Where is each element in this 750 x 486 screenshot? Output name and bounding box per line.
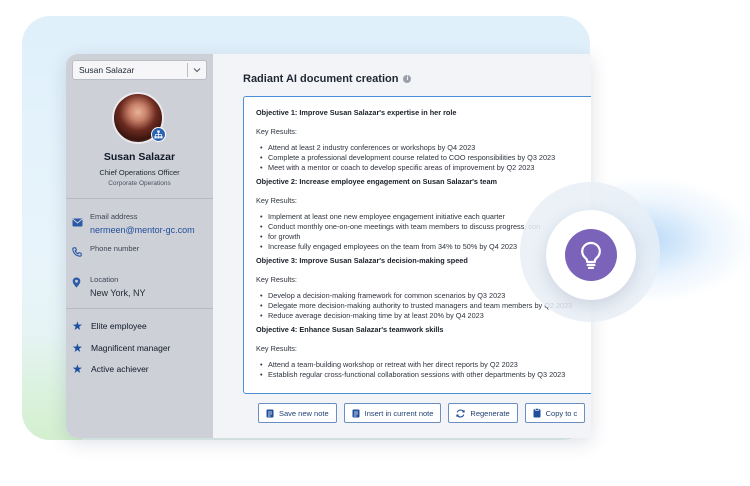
profile-title: Chief Operations Officer [99, 168, 180, 177]
lightbulb-icon [581, 241, 601, 269]
save-new-note-label: Save new note [279, 408, 329, 418]
list-item: Attend a team-building workshop or retre… [260, 360, 591, 370]
phone-label: Phone number [90, 244, 140, 253]
phone-icon [72, 244, 82, 262]
user-select-value: Susan Salazar [79, 65, 135, 75]
list-item: Attend at least 2 industry conferences o… [260, 143, 591, 153]
star-icon: ★ [72, 319, 83, 333]
achievement-label: Active achiever [91, 364, 149, 374]
user-select[interactable]: Susan Salazar [72, 60, 207, 80]
copy-label: Copy to c [545, 408, 578, 418]
location-pin-icon [72, 275, 81, 293]
chevron-down-icon[interactable] [188, 66, 206, 75]
achievement-item: ★ Magnificent manager [72, 342, 170, 354]
achievement-label: Elite employee [91, 321, 147, 331]
objective-title: Objective 1: Improve Susan Salazar's exp… [256, 108, 457, 117]
star-icon: ★ [72, 362, 83, 376]
ai-assistant-button[interactable] [565, 229, 617, 281]
email-icon [72, 214, 83, 232]
divider [66, 198, 213, 199]
achievement-item: ★ Active achiever [72, 363, 149, 375]
page-title: Radiant AI document creation i [243, 73, 412, 85]
stage: Susan Salazar Susan Salazar Chief Operat… [0, 0, 750, 486]
insert-in-current-note-label: Insert in current note [364, 408, 434, 418]
key-results-label: Key Results: [256, 127, 297, 136]
location-label: Location [90, 275, 119, 284]
page-title-text: Radiant AI document creation [243, 73, 399, 85]
key-results-label: Key Results: [256, 344, 297, 353]
info-icon[interactable]: i [403, 75, 412, 83]
insert-in-current-note-button[interactable]: Insert in current note [343, 403, 442, 423]
star-icon: ★ [72, 341, 83, 355]
key-results-list: Attend a team-building workshop or retre… [260, 360, 591, 380]
refresh-icon [456, 408, 466, 418]
save-new-note-button[interactable]: Save new note [258, 403, 337, 423]
note-icon [352, 409, 360, 418]
divider [66, 308, 213, 309]
org-chart-icon[interactable] [151, 127, 166, 142]
profile-department: Corporate Operations [108, 180, 171, 187]
achievement-item: ★ Elite employee [72, 320, 147, 332]
list-item: Complete a professional development cour… [260, 153, 591, 163]
list-item: Meet with a mentor or coach to develop s… [260, 163, 591, 173]
achievement-label: Magnificent manager [91, 343, 171, 353]
profile-sidebar: Susan Salazar Susan Salazar Chief Operat… [66, 54, 213, 438]
note-icon [266, 409, 274, 418]
objective-title: Objective 2: Increase employee engagemen… [256, 177, 498, 186]
list-item: Establish regular cross-functional colla… [260, 370, 591, 380]
email-value[interactable]: nermeen@mentor-gc.com [90, 225, 195, 235]
email-label: Email address [90, 212, 138, 221]
list-item: Reduce average decision-making time by a… [260, 311, 591, 321]
clipboard-icon [533, 408, 541, 418]
regenerate-button[interactable]: Regenerate [448, 403, 518, 423]
app-window: Susan Salazar Susan Salazar Chief Operat… [66, 54, 591, 438]
location-value: New York, NY [90, 288, 146, 298]
key-results-list: Attend at least 2 industry conferences o… [260, 143, 591, 173]
profile-name: Susan Salazar [103, 151, 176, 163]
action-bar: Save new note Insert in current note Reg… [258, 403, 591, 423]
objective-title: Objective 4: Enhance Susan Salazar's tea… [256, 325, 444, 334]
copy-button[interactable]: Copy to c [524, 403, 586, 423]
regenerate-label: Regenerate [470, 408, 510, 418]
continuation-text: for growth [268, 232, 301, 241]
